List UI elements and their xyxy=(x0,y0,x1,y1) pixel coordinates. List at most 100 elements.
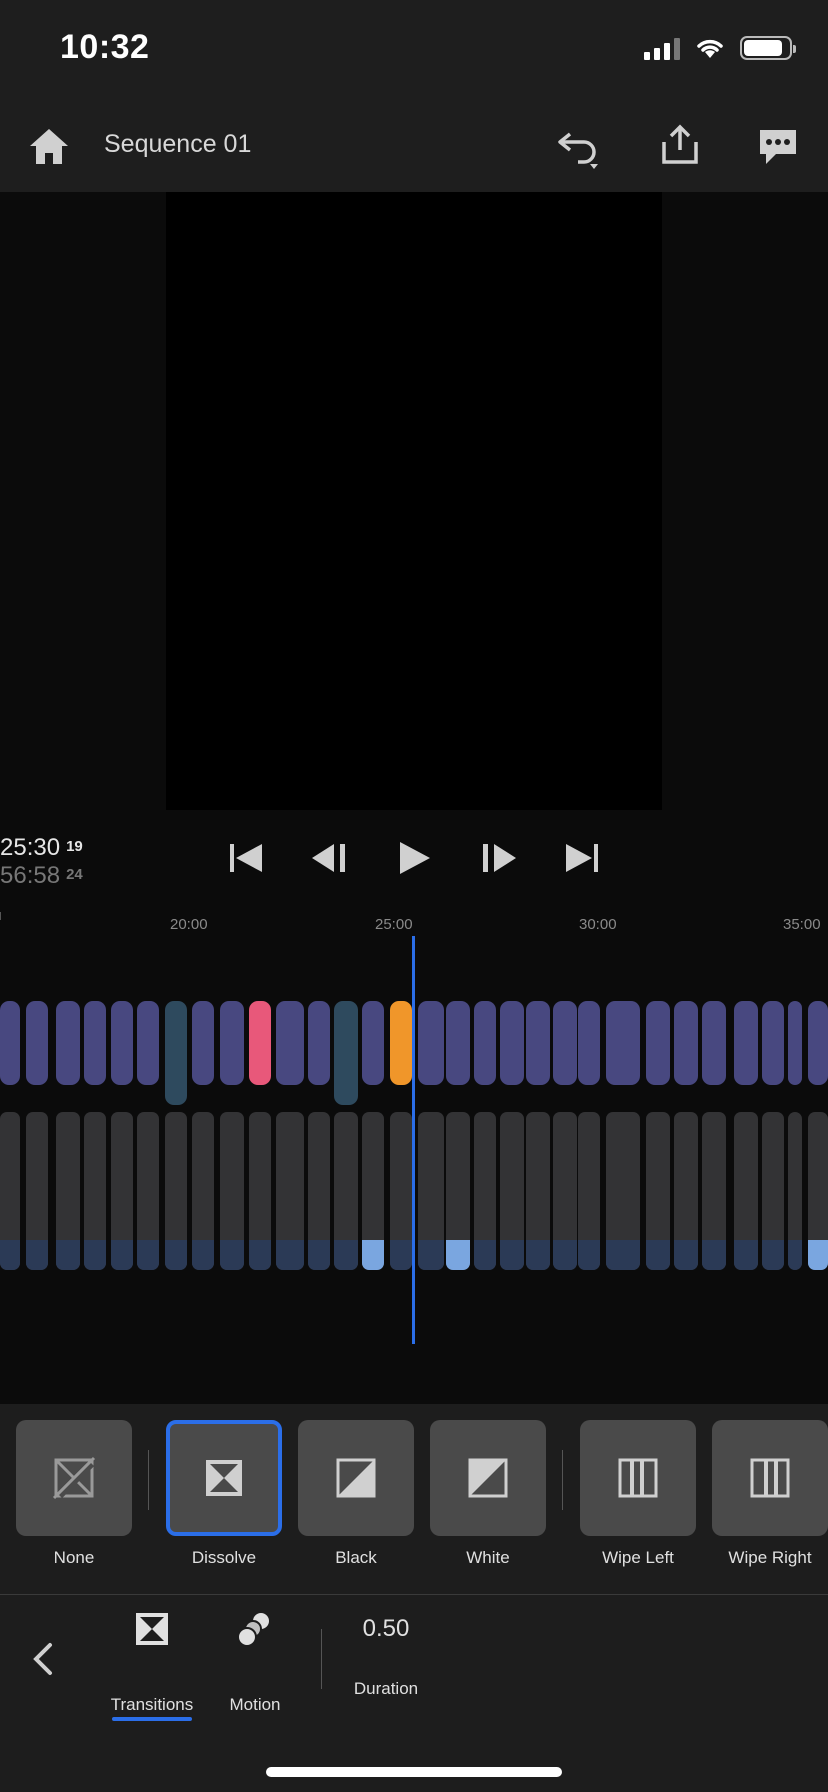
audio-clip[interactable] xyxy=(553,1112,577,1270)
transition-dissolve-button[interactable] xyxy=(166,1420,282,1536)
transition-none-button[interactable] xyxy=(16,1420,132,1536)
transition-label: None xyxy=(53,1548,95,1567)
video-clip[interactable] xyxy=(362,1001,384,1085)
back-chevron-icon[interactable] xyxy=(24,1639,64,1679)
audio-clip[interactable] xyxy=(702,1112,726,1270)
video-clip[interactable] xyxy=(165,1001,187,1105)
audio-clip[interactable] xyxy=(334,1112,358,1270)
video-clip[interactable] xyxy=(808,1001,828,1085)
current-frames: 19 xyxy=(66,838,83,855)
audio-clip[interactable] xyxy=(0,1112,20,1270)
step-back-icon[interactable] xyxy=(308,836,352,880)
transition-label: Black xyxy=(335,1548,377,1567)
audio-clip[interactable] xyxy=(646,1112,670,1270)
share-icon[interactable] xyxy=(656,122,704,170)
video-clip[interactable] xyxy=(418,1001,444,1085)
video-clip[interactable] xyxy=(500,1001,524,1085)
active-tab-indicator xyxy=(112,1717,192,1721)
divider xyxy=(148,1450,149,1510)
video-clip[interactable] xyxy=(334,1001,358,1105)
audio-clip[interactable] xyxy=(474,1112,496,1270)
video-clip[interactable] xyxy=(788,1001,802,1085)
audio-waveform xyxy=(165,1240,187,1270)
video-clip[interactable] xyxy=(674,1001,698,1085)
total-time: 56:58 xyxy=(0,862,61,889)
video-clip[interactable] xyxy=(84,1001,106,1085)
video-clip[interactable] xyxy=(734,1001,758,1085)
audio-clip[interactable] xyxy=(762,1112,784,1270)
video-clip[interactable] xyxy=(111,1001,133,1085)
step-forward-icon[interactable] xyxy=(476,836,520,880)
ruler-tick xyxy=(0,912,1,920)
audio-clip[interactable] xyxy=(220,1112,244,1270)
audio-clip[interactable] xyxy=(526,1112,550,1270)
undo-icon[interactable] xyxy=(554,122,602,170)
audio-clip[interactable] xyxy=(276,1112,304,1270)
audio-clip[interactable] xyxy=(362,1112,384,1270)
audio-waveform xyxy=(220,1240,244,1270)
video-clip[interactable] xyxy=(526,1001,550,1085)
audio-clip[interactable] xyxy=(390,1112,412,1270)
audio-clip[interactable] xyxy=(418,1112,444,1270)
video-clip[interactable] xyxy=(137,1001,159,1085)
video-clip[interactable] xyxy=(308,1001,330,1085)
transition-wipe-right-button[interactable] xyxy=(712,1420,828,1536)
video-clip[interactable] xyxy=(56,1001,80,1085)
skip-to-end-icon[interactable] xyxy=(560,836,604,880)
transition-white-button[interactable] xyxy=(430,1420,546,1536)
audio-clip[interactable] xyxy=(808,1112,828,1270)
audio-clip[interactable] xyxy=(734,1112,758,1270)
tab-transitions[interactable]: Transitions xyxy=(97,1611,207,1721)
audio-clip[interactable] xyxy=(500,1112,524,1270)
audio-clip[interactable] xyxy=(606,1112,640,1270)
audio-clip[interactable] xyxy=(308,1112,330,1270)
audio-clip[interactable] xyxy=(165,1112,187,1270)
audio-waveform xyxy=(578,1240,600,1270)
video-preview[interactable] xyxy=(166,192,662,810)
audio-clip[interactable] xyxy=(56,1112,80,1270)
ruler-label: 25:00 xyxy=(375,916,413,933)
transition-wipe-left-button[interactable] xyxy=(580,1420,696,1536)
skip-to-start-icon[interactable] xyxy=(224,836,268,880)
audio-waveform xyxy=(334,1240,358,1270)
home-icon[interactable] xyxy=(26,124,72,170)
app-header: Sequence 01 xyxy=(0,100,828,192)
video-clip[interactable] xyxy=(220,1001,244,1085)
video-clip[interactable] xyxy=(553,1001,577,1085)
video-clip[interactable] xyxy=(192,1001,214,1085)
audio-clip[interactable] xyxy=(674,1112,698,1270)
audio-waveform xyxy=(788,1240,802,1270)
audio-clip[interactable] xyxy=(249,1112,271,1270)
video-clip[interactable] xyxy=(446,1001,470,1085)
tab-motion[interactable]: Motion xyxy=(200,1611,310,1721)
audio-clip[interactable] xyxy=(578,1112,600,1270)
transition-black-button[interactable] xyxy=(298,1420,414,1536)
video-clip[interactable] xyxy=(702,1001,726,1085)
video-clip[interactable] xyxy=(646,1001,670,1085)
video-clip[interactable] xyxy=(0,1001,20,1085)
audio-clip[interactable] xyxy=(137,1112,159,1270)
video-clip[interactable] xyxy=(276,1001,304,1085)
playhead[interactable] xyxy=(412,936,415,1344)
play-icon[interactable] xyxy=(392,836,436,880)
audio-clip[interactable] xyxy=(26,1112,48,1270)
audio-clip[interactable] xyxy=(111,1112,133,1270)
audio-clip[interactable] xyxy=(446,1112,470,1270)
status-bar: 10:32 xyxy=(0,0,828,100)
video-clip-highlighted[interactable] xyxy=(249,1001,271,1085)
audio-clip[interactable] xyxy=(192,1112,214,1270)
video-clip[interactable] xyxy=(26,1001,48,1085)
video-clip[interactable] xyxy=(762,1001,784,1085)
sequence-title[interactable]: Sequence 01 xyxy=(104,130,251,159)
audio-clip[interactable] xyxy=(788,1112,802,1270)
transition-label: Wipe Right xyxy=(728,1548,812,1567)
video-clip[interactable] xyxy=(606,1001,640,1085)
audio-clip[interactable] xyxy=(84,1112,106,1270)
audio-waveform xyxy=(762,1240,784,1270)
video-clip-selected[interactable] xyxy=(390,1001,412,1085)
comments-icon[interactable] xyxy=(754,122,802,170)
ruler-label: 30:00 xyxy=(579,916,617,933)
duration-value[interactable]: 0.50 xyxy=(346,1615,426,1643)
video-clip[interactable] xyxy=(474,1001,496,1085)
video-clip[interactable] xyxy=(578,1001,600,1085)
